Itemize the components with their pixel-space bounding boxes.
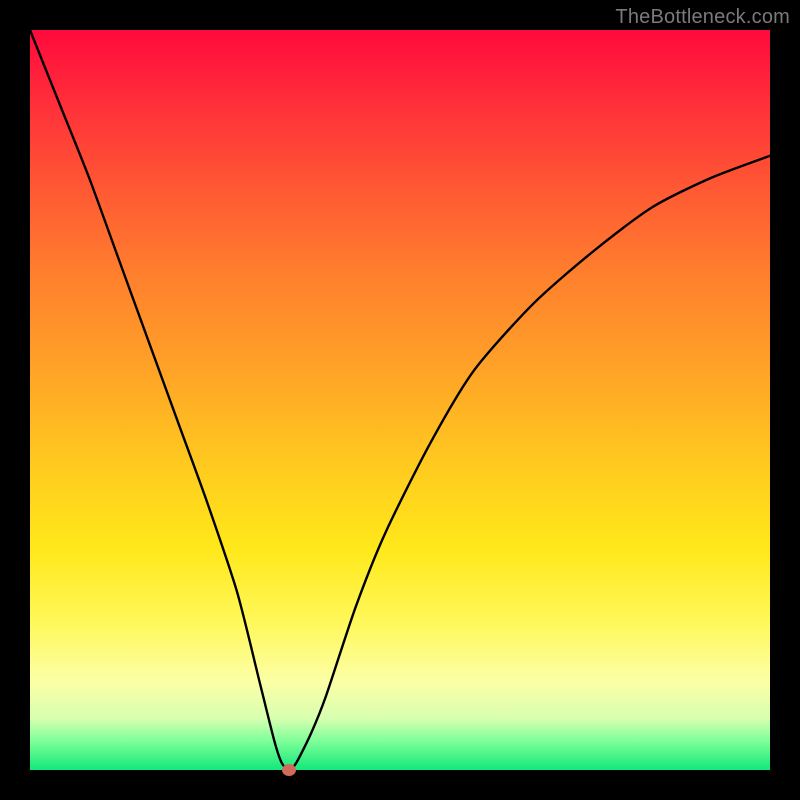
watermark-text: TheBottleneck.com [615, 6, 790, 29]
chart-frame: TheBottleneck.com [0, 0, 800, 800]
bottleneck-curve-svg [30, 30, 770, 770]
optimum-marker [282, 764, 296, 776]
bottleneck-curve-path [30, 30, 770, 770]
plot-area [30, 30, 770, 770]
